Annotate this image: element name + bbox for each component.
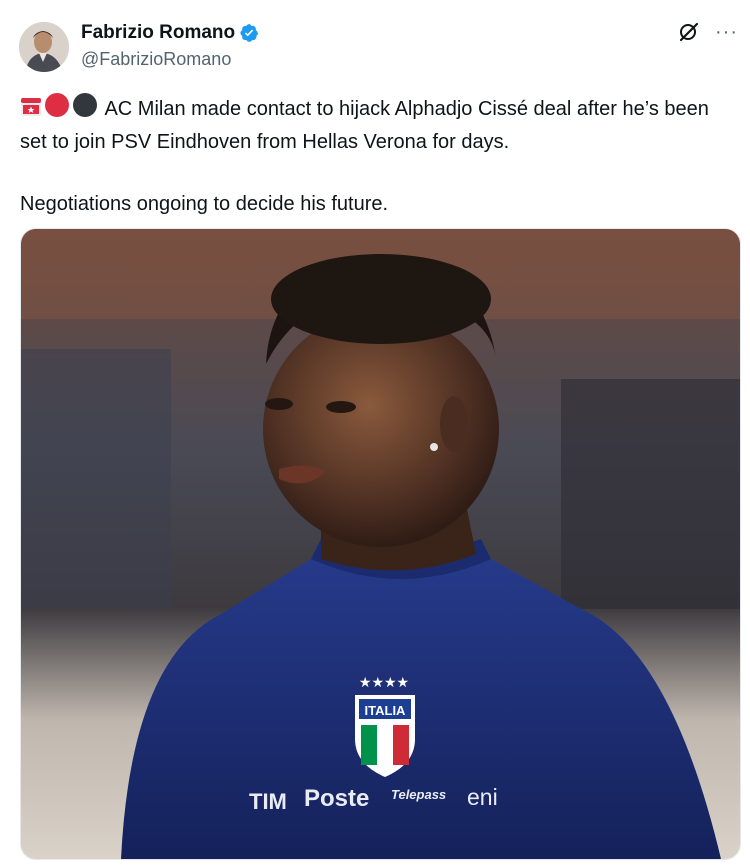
italia-badge-text: ITALIA [365,703,407,718]
grok-icon[interactable] [677,20,701,44]
tweet-paragraph-2: Negotiations ongoing to decide his futur… [20,193,389,215]
verified-badge-icon [239,23,259,43]
sponsor-tim: TIM [249,789,287,814]
avatar-photo-icon [19,22,69,72]
tweet-text: AC Milan made contact to hijack Alphadjo… [20,92,735,219]
tweet-paragraph-1: AC Milan made contact to hijack Alphadjo… [20,92,735,157]
svg-text:★★★★: ★★★★ [359,674,409,690]
tweet-line-1: AC Milan made contact to hijack Alphadjo… [20,98,709,153]
more-options-icon[interactable]: ··· [715,22,738,42]
author-avatar[interactable] [19,22,69,72]
sponsor-eni: eni [467,784,498,810]
black-circle-emoji-icon [72,92,98,127]
tweet-top-actions: ··· [677,20,738,44]
figc-badge-text: FIGC [379,719,391,725]
author-handle[interactable]: @FabrizioRomano [81,49,231,70]
italia-crest: ★★★★ ITALIA FIGC [355,674,415,777]
author-name-row: Fabrizio Romano [81,22,259,44]
sponsor-telepass: Telepass [391,787,446,802]
sponsor-poste: Poste [304,785,369,812]
author-display-name[interactable]: Fabrizio Romano [81,22,235,44]
calendar-emoji-icon [20,96,42,127]
tweet-media-photo[interactable]: ★★★★ ITALIA FIGC TIM Poste Telepass eni [20,228,741,860]
red-circle-emoji-icon [44,92,70,127]
